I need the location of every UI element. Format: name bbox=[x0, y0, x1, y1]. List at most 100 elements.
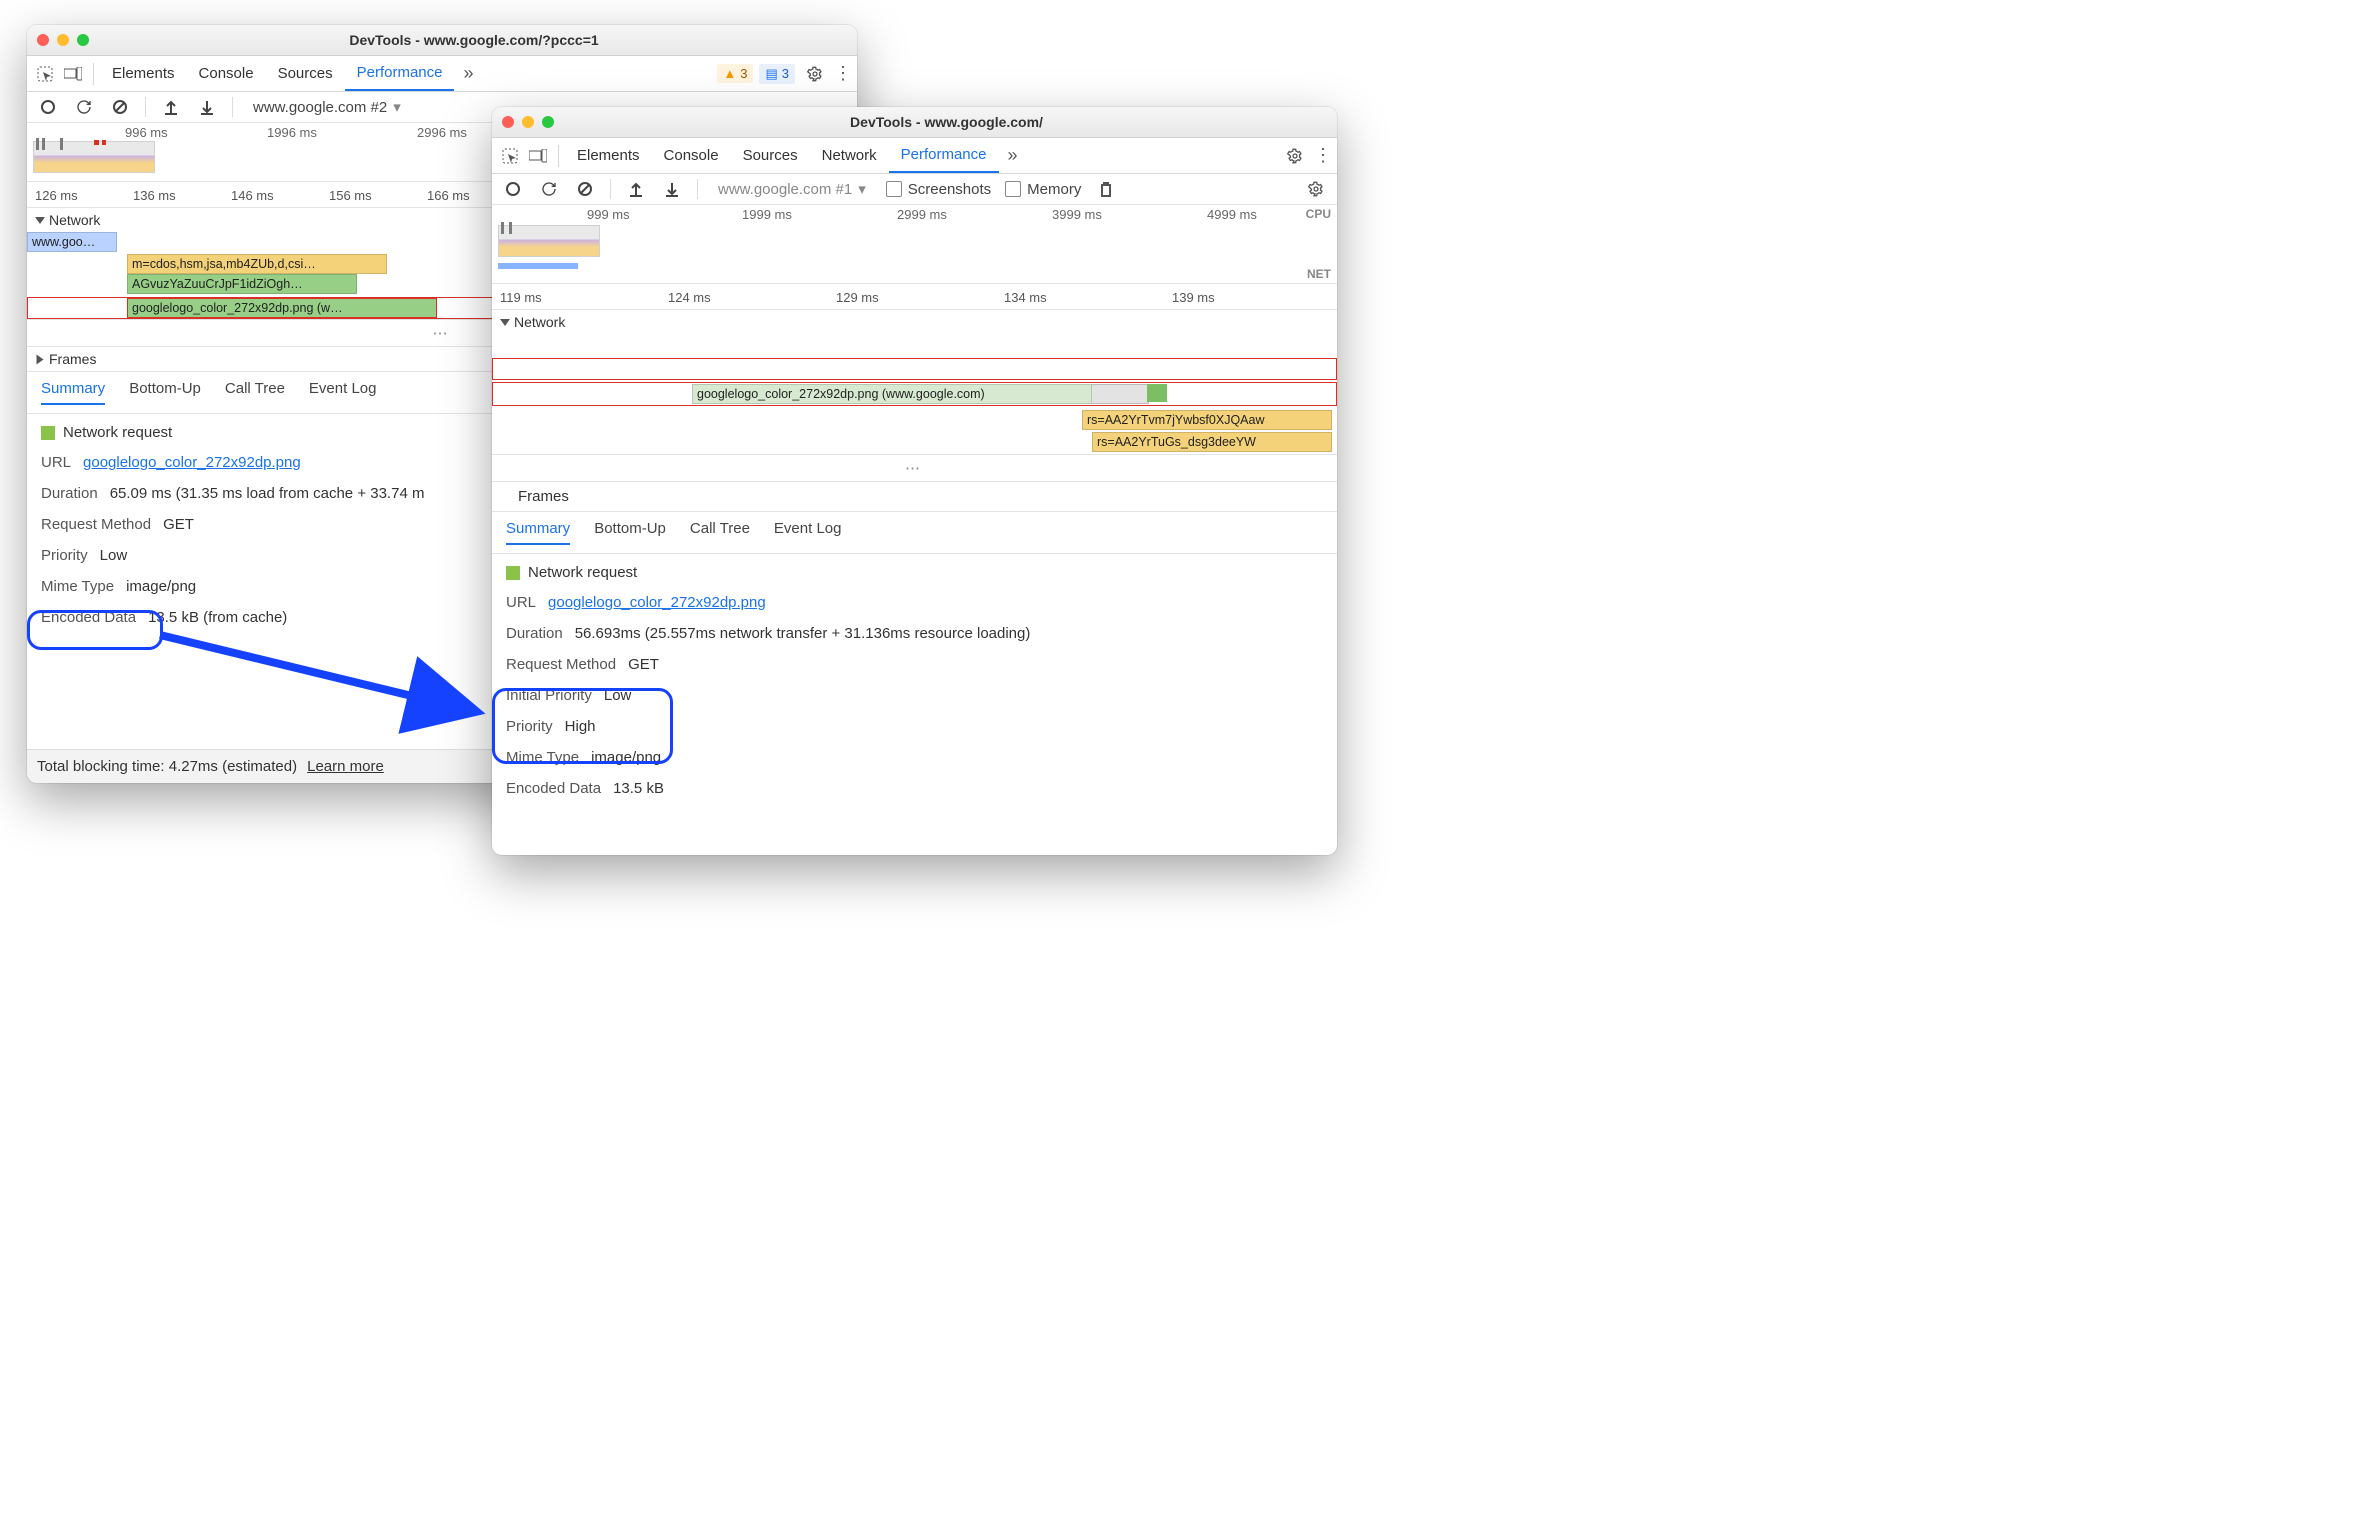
recording-dropdown[interactable]: www.google.com #2▾ bbox=[247, 96, 407, 118]
value-mime: image/png bbox=[126, 578, 196, 595]
strip-tick: 3999 ms bbox=[1052, 207, 1102, 222]
tab-summary[interactable]: Summary bbox=[41, 380, 105, 405]
screenshots-checkbox[interactable]: Screenshots bbox=[886, 181, 991, 198]
clear-icon[interactable] bbox=[574, 178, 596, 200]
tab-eventlog[interactable]: Event Log bbox=[774, 520, 842, 545]
net-thumbnail bbox=[498, 263, 578, 269]
minimize-dot-icon[interactable] bbox=[522, 116, 534, 128]
value-method: GET bbox=[628, 656, 659, 673]
reload-icon[interactable] bbox=[538, 178, 560, 200]
tick: 126 ms bbox=[27, 188, 125, 203]
net-bar[interactable]: www.goo… bbox=[27, 232, 117, 252]
net-label: NET bbox=[1307, 267, 1331, 281]
inspect-icon[interactable] bbox=[31, 57, 59, 91]
tab-console[interactable]: Console bbox=[187, 57, 266, 90]
frames-row[interactable]: Frames bbox=[492, 482, 1337, 512]
tab-bottomup[interactable]: Bottom-Up bbox=[594, 520, 666, 545]
upload-icon[interactable] bbox=[160, 96, 182, 118]
tab-performance[interactable]: Performance bbox=[345, 56, 455, 91]
inspect-icon[interactable] bbox=[496, 139, 524, 173]
tab-console[interactable]: Console bbox=[652, 139, 731, 172]
main-tabs: Elements Console Sources Performance » ▲… bbox=[27, 56, 857, 92]
zoom-dot-icon[interactable] bbox=[542, 116, 554, 128]
cpu-label: CPU bbox=[1306, 207, 1331, 221]
net-bar[interactable]: rs=AA2YrTuGs_dsg3deeYW bbox=[1092, 432, 1332, 452]
tab-sources[interactable]: Sources bbox=[731, 139, 810, 172]
download-icon[interactable] bbox=[661, 178, 683, 200]
trash-icon[interactable] bbox=[1095, 178, 1117, 200]
url-link[interactable]: googlelogo_color_272x92dp.png bbox=[548, 594, 766, 611]
device-icon[interactable] bbox=[59, 57, 87, 91]
value-priority: Low bbox=[100, 547, 128, 564]
traffic-lights[interactable] bbox=[502, 116, 554, 128]
overview-strip[interactable]: 999 ms 1999 ms 2999 ms 3999 ms 4999 ms C… bbox=[492, 205, 1337, 284]
detail-tabs: Summary Bottom-Up Call Tree Event Log bbox=[492, 512, 1337, 554]
tick: 156 ms bbox=[321, 188, 419, 203]
pane-title: Network request bbox=[528, 564, 637, 581]
titlebar: DevTools - www.google.com/?pccc=1 bbox=[27, 25, 857, 56]
tab-elements[interactable]: Elements bbox=[100, 57, 187, 90]
strip-tick: 1996 ms bbox=[267, 125, 317, 140]
memory-checkbox[interactable]: Memory bbox=[1005, 181, 1081, 198]
traffic-lights[interactable] bbox=[37, 34, 89, 46]
label-method: Request Method bbox=[506, 656, 616, 673]
annotation-circle bbox=[492, 688, 673, 764]
learn-more-link[interactable]: Learn more bbox=[307, 758, 384, 775]
section-label: Network bbox=[49, 212, 100, 228]
value-encoded: 13.5 kB (from cache) bbox=[148, 609, 287, 626]
upload-icon[interactable] bbox=[625, 178, 647, 200]
label-url: URL bbox=[506, 594, 536, 611]
tab-elements[interactable]: Elements bbox=[565, 139, 652, 172]
tab-sources[interactable]: Sources bbox=[266, 57, 345, 90]
device-icon[interactable] bbox=[524, 139, 552, 173]
chevron-down-icon: ▾ bbox=[858, 180, 866, 198]
minimize-dot-icon[interactable] bbox=[57, 34, 69, 46]
titlebar: DevTools - www.google.com/ bbox=[492, 107, 1337, 138]
label-mime: Mime Type bbox=[41, 578, 114, 595]
network-tracks[interactable]: googlelogo_color_272x92dp.png (www.googl… bbox=[492, 334, 1337, 454]
tab-calltree[interactable]: Call Tree bbox=[225, 380, 285, 405]
tab-network[interactable]: Network bbox=[810, 139, 889, 172]
net-bar-selected[interactable]: googlelogo_color_272x92dp.png (www.googl… bbox=[692, 384, 1092, 404]
annotation-circle bbox=[27, 610, 163, 650]
recording-dropdown[interactable]: www.google.com #1▾ bbox=[712, 178, 872, 200]
tab-bottomup[interactable]: Bottom-Up bbox=[129, 380, 201, 405]
net-bar[interactable]: AGvuzYaZuuCrJpF1idZiOgh… bbox=[127, 274, 357, 294]
summary-pane: Network request URL googlelogo_color_272x… bbox=[492, 554, 1337, 808]
label-duration: Duration bbox=[506, 625, 563, 642]
settings-icon[interactable] bbox=[1281, 139, 1309, 173]
issues-badge[interactable]: ▤3 bbox=[759, 64, 795, 84]
record-icon[interactable] bbox=[37, 96, 59, 118]
tab-eventlog[interactable]: Event Log bbox=[309, 380, 377, 405]
tab-summary[interactable]: Summary bbox=[506, 520, 570, 545]
close-dot-icon[interactable] bbox=[502, 116, 514, 128]
timeline-ruler[interactable]: 119 ms 124 ms 129 ms 134 ms 139 ms bbox=[492, 284, 1337, 310]
close-dot-icon[interactable] bbox=[37, 34, 49, 46]
triangle-down-icon bbox=[500, 319, 510, 326]
tab-calltree[interactable]: Call Tree bbox=[690, 520, 750, 545]
triangle-right-icon bbox=[37, 354, 44, 364]
kebab-icon[interactable]: ⋮ bbox=[829, 57, 857, 91]
url-link[interactable]: googlelogo_color_272x92dp.png bbox=[83, 454, 301, 471]
more-tabs-icon[interactable]: » bbox=[999, 139, 1027, 173]
net-bar[interactable]: rs=AA2YrTvm7jYwbsf0XJQAaw bbox=[1082, 410, 1332, 430]
reload-icon[interactable] bbox=[73, 96, 95, 118]
zoom-dot-icon[interactable] bbox=[77, 34, 89, 46]
tab-performance[interactable]: Performance bbox=[889, 138, 999, 173]
collapsed-rows-indicator[interactable]: ⋯ bbox=[492, 455, 1337, 482]
record-icon[interactable] bbox=[502, 178, 524, 200]
net-bar[interactable]: m=cdos,hsm,jsa,mb4ZUb,d,csi… bbox=[127, 254, 387, 274]
more-tabs-icon[interactable]: » bbox=[454, 57, 482, 91]
net-bar-selected[interactable]: googlelogo_color_272x92dp.png (w… bbox=[127, 298, 437, 318]
warning-badge[interactable]: ▲3 bbox=[717, 64, 753, 83]
clear-icon[interactable] bbox=[109, 96, 131, 118]
strip-tick: 4999 ms bbox=[1207, 207, 1257, 222]
label-encoded: Encoded Data bbox=[506, 780, 601, 797]
value-duration: 65.09 ms (31.35 ms load from cache + 33.… bbox=[110, 485, 425, 502]
download-icon[interactable] bbox=[196, 96, 218, 118]
kebab-icon[interactable]: ⋮ bbox=[1309, 139, 1337, 173]
settings-small-icon[interactable] bbox=[1305, 178, 1327, 200]
strip-tick: 1999 ms bbox=[742, 207, 792, 222]
settings-icon[interactable] bbox=[801, 57, 829, 91]
network-toggle[interactable]: Network bbox=[492, 310, 1337, 334]
